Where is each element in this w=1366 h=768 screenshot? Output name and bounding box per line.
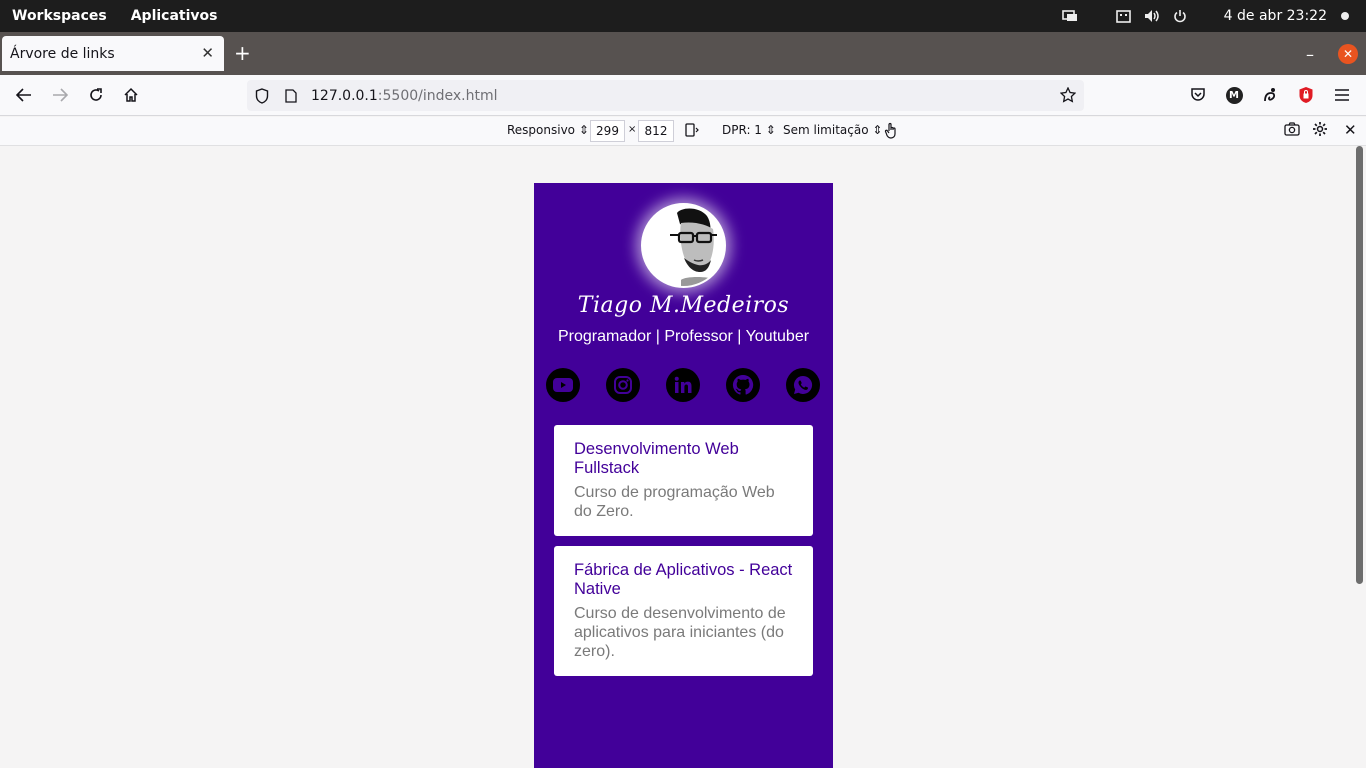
reload-icon[interactable] (84, 83, 108, 107)
throttle-label: Sem limitação (783, 123, 869, 137)
social-links (534, 368, 833, 402)
throttle-selector[interactable]: Sem limitação ⇕ (783, 123, 882, 137)
notification-dot-icon (1341, 12, 1349, 20)
minimize-icon[interactable]: – (1306, 45, 1314, 64)
link-card-description: Curso de desenvolvimento de aplicativos … (574, 605, 786, 660)
url-host: 127.0.0.1 (311, 87, 378, 104)
mobile-viewport: Tiago M.Medeiros Programador | Professor… (534, 183, 833, 768)
menu-hamburger-icon[interactable] (1330, 83, 1354, 107)
nav-bar: 127.0.0.1:5500/index.html M (0, 75, 1366, 116)
avatar (641, 203, 726, 288)
tab-title: Árvore de links (10, 45, 115, 62)
close-tab-icon[interactable]: ✕ (201, 44, 214, 62)
link-card[interactable]: Desenvolvimento Web Fullstack Curso de p… (554, 425, 813, 536)
device-label: Responsivo (507, 123, 576, 137)
new-tab-icon[interactable]: + (234, 43, 251, 63)
linkedin-icon[interactable] (666, 368, 700, 402)
power-icon[interactable] (1166, 0, 1194, 32)
github-icon[interactable] (726, 368, 760, 402)
system-tray: 4 de abr 23:22 (1056, 0, 1366, 32)
clock[interactable]: 4 de abr 23:22 (1224, 8, 1327, 24)
dpr-selector[interactable]: DPR: 1 ⇕ (722, 123, 776, 137)
page-icon[interactable] (285, 88, 299, 103)
viewport-scrollbar[interactable] (1356, 146, 1363, 584)
device-selector[interactable]: Responsivo ⇕ (507, 123, 589, 137)
link-card[interactable]: Fábrica de Aplicativos - React Native Cu… (554, 546, 813, 676)
bookmark-star-icon[interactable] (1059, 86, 1077, 107)
close-rdm-icon[interactable]: ✕ (1344, 121, 1357, 139)
forward-icon[interactable] (48, 83, 72, 107)
touch-simulation-icon[interactable] (884, 122, 898, 142)
back-icon[interactable] (12, 83, 36, 107)
link-card-title: Fábrica de Aplicativos - React Native (574, 561, 793, 598)
dpr-label: DPR: 1 (722, 123, 762, 137)
shield-icon[interactable] (255, 87, 271, 104)
workspaces-button[interactable]: Workspaces (0, 8, 119, 24)
volume-icon[interactable] (1138, 0, 1166, 32)
pocket-icon[interactable] (1186, 83, 1210, 107)
close-window-icon[interactable]: ✕ (1338, 44, 1358, 64)
extension-gnome-icon[interactable] (1258, 83, 1282, 107)
tab-arvore-de-links[interactable]: Árvore de links ✕ (2, 36, 224, 71)
whatsapp-icon[interactable] (786, 368, 820, 402)
viewport-width-input[interactable]: 299 (590, 120, 625, 142)
display-icon[interactable] (1056, 0, 1084, 32)
instagram-icon[interactable] (606, 368, 640, 402)
url-path: :5500/index.html (377, 87, 498, 104)
responsive-toolbar: Responsivo ⇕ 299 × 812 DPR: 1 ⇕ Sem limi… (0, 117, 1366, 146)
profile-name: Tiago M.Medeiros (577, 293, 790, 318)
extension-m-icon[interactable]: M (1222, 83, 1246, 107)
youtube-icon[interactable] (546, 368, 580, 402)
profile-role: Programador | Professor | Youtuber (557, 328, 810, 345)
link-card-description: Curso de programação Web do Zero. (574, 484, 775, 520)
times-sign: × (628, 124, 637, 135)
settings-gear-icon[interactable] (1312, 121, 1328, 140)
home-icon[interactable] (119, 83, 143, 107)
apps-button[interactable]: Aplicativos (119, 8, 230, 24)
system-top-bar: Workspaces Aplicativos 4 de abr 23:22 (0, 0, 1366, 32)
rotate-icon[interactable] (684, 122, 700, 141)
viewport-height-input[interactable]: 812 (638, 120, 674, 142)
screenshot-icon[interactable] (1284, 122, 1300, 139)
keyboard-icon[interactable] (1110, 0, 1138, 32)
ublock-icon[interactable] (1294, 83, 1318, 107)
url-bar[interactable]: 127.0.0.1:5500/index.html (247, 80, 1084, 111)
tab-strip: Árvore de links ✕ + – ✕ (0, 32, 1366, 75)
link-card-title: Desenvolvimento Web Fullstack (574, 440, 739, 477)
